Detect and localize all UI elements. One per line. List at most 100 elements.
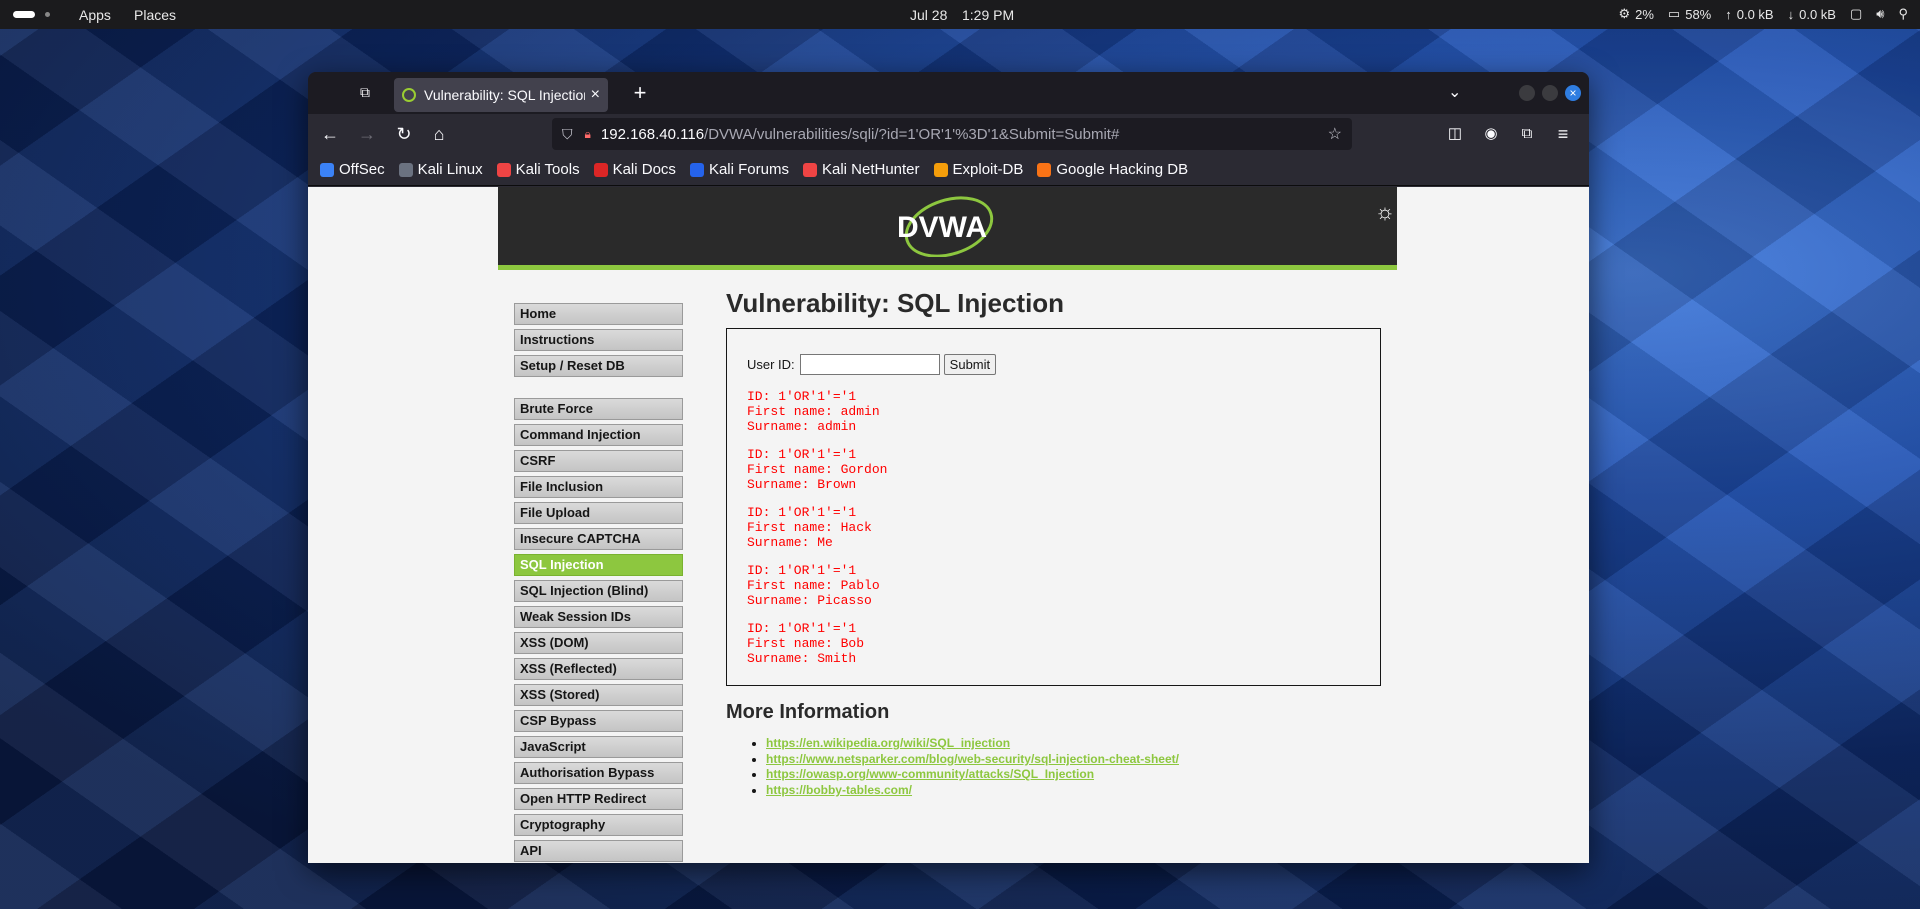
user-id-input[interactable]	[799, 354, 940, 375]
bookmark-label: OffSec	[339, 161, 385, 178]
result-id: ID: 1'OR'1'='1	[747, 389, 857, 404]
bookmark-favicon-icon	[496, 162, 511, 177]
new-tab-button[interactable]: +	[626, 80, 654, 106]
chevron-down-icon[interactable]: ⌄	[1448, 82, 1461, 102]
bookmark-offsec[interactable]: OffSec	[320, 161, 385, 178]
close-tab-icon[interactable]: ×	[591, 86, 600, 104]
menu-item-sql-injection-blind[interactable]: SQL Injection (Blind)	[514, 580, 683, 602]
menu-item-file-inclusion[interactable]: File Inclusion	[514, 476, 683, 498]
account-icon[interactable]: ◉	[1479, 122, 1503, 146]
arrow-down-icon: ↓	[1787, 6, 1795, 22]
bookmark-kali-nethunter[interactable]: Kali NetHunter	[802, 161, 920, 178]
workspace-dot[interactable]	[45, 12, 50, 17]
list-item: https://bobby-tables.com/	[766, 783, 1179, 799]
upload-indicator[interactable]: ↑ 0.0 kB	[1725, 7, 1773, 22]
browser-window: ⧉ Vulnerability: SQL Injection × + ⌄ × ←…	[308, 72, 1589, 863]
menu-item-xss-stored[interactable]: XSS (Stored)	[514, 684, 683, 706]
bookmark-label: Exploit-DB	[952, 161, 1024, 178]
link-bobby-tables[interactable]: https://bobby-tables.com/	[766, 783, 912, 797]
download-indicator[interactable]: ↓ 0.0 kB	[1788, 7, 1836, 22]
theme-toggle-icon[interactable]: ☼	[1375, 199, 1395, 225]
clock-date[interactable]: Jul 28	[910, 7, 947, 23]
bookmark-kali-forums[interactable]: Kali Forums	[689, 161, 789, 178]
bookmark-kali-tools[interactable]: Kali Tools	[496, 161, 580, 178]
url-bar[interactable]: ⛉ 🔒︎ 192.168.40.116/DVWA/vulnerabilities…	[552, 118, 1352, 150]
arrow-up-icon: ↑	[1725, 6, 1732, 22]
menu-item-authorisation-bypass[interactable]: Authorisation Bypass	[514, 762, 683, 784]
menu-item-setup[interactable]: Setup / Reset DB	[514, 355, 683, 377]
menu-item-home[interactable]: Home	[514, 303, 683, 325]
result-id: ID: 1'OR'1'='1	[747, 563, 857, 578]
menu-item-sql-injection[interactable]: SQL Injection	[514, 554, 683, 576]
menu-item-instructions[interactable]: Instructions	[514, 329, 683, 351]
extensions-icon[interactable]: ⧉	[1515, 122, 1539, 146]
menu-item-weak-session-ids[interactable]: Weak Session IDs	[514, 606, 683, 628]
pocket-icon[interactable]: ◫	[1443, 122, 1467, 146]
power-icon[interactable]: ⚲	[1898, 6, 1908, 22]
places-menu[interactable]: Places	[134, 7, 176, 23]
bookmark-kali-docs[interactable]: Kali Docs	[593, 161, 676, 178]
screen-icon[interactable]: ▢	[1850, 6, 1862, 22]
shield-icon[interactable]: ⛉	[562, 126, 573, 143]
menu-item-file-upload[interactable]: File Upload	[514, 502, 683, 524]
menu-item-api[interactable]: API	[514, 840, 683, 862]
memory-icon: ▭	[1667, 6, 1681, 21]
menu-item-xss-reflected[interactable]: XSS (Reflected)	[514, 658, 683, 680]
link-netsparker-cheat-sheet[interactable]: https://www.netsparker.com/blog/web-secu…	[766, 752, 1179, 766]
result-first-name: First name: Pablo	[747, 578, 880, 593]
volume-icon[interactable]: 🔊︎	[1876, 6, 1884, 22]
minimize-button[interactable]	[1519, 85, 1535, 101]
insecure-lock-icon[interactable]: 🔒︎	[585, 127, 591, 142]
bookmark-kali-linux[interactable]: Kali Linux	[398, 161, 483, 178]
result-id: ID: 1'OR'1'='1	[747, 447, 857, 462]
cpu-indicator[interactable]: ⚙ 2%	[1618, 6, 1653, 22]
bookmark-google-hacking-db[interactable]: Google Hacking DB	[1037, 161, 1188, 178]
user-id-form: User ID: Submit	[747, 354, 997, 375]
bookmark-star-icon[interactable]: ☆	[1328, 124, 1342, 144]
tab-active[interactable]: Vulnerability: SQL Injection ×	[394, 78, 608, 112]
bookmark-label: Kali Forums	[708, 161, 789, 178]
workspace-indicator[interactable]	[13, 11, 35, 18]
clock-time[interactable]: 1:29 PM	[962, 7, 1014, 23]
result-id: ID: 1'OR'1'='1	[747, 505, 857, 520]
maximize-button[interactable]	[1542, 85, 1558, 101]
bookmark-favicon-icon	[802, 162, 817, 177]
menu-item-insecure-captcha[interactable]: Insecure CAPTCHA	[514, 528, 683, 550]
user-id-label: User ID:	[747, 357, 795, 372]
bookmark-favicon-icon	[398, 162, 413, 177]
cpu-value: 2%	[1635, 6, 1654, 22]
list-all-tabs-icon[interactable]: ⧉	[356, 84, 374, 102]
menu-item-xss-dom[interactable]: XSS (DOM)	[514, 632, 683, 654]
menu-item-brute-force[interactable]: Brute Force	[514, 398, 683, 420]
svg-text:DVWA: DVWA	[897, 211, 987, 244]
forward-button[interactable]: →	[355, 122, 379, 146]
close-window-button[interactable]: ×	[1565, 85, 1581, 101]
submit-button[interactable]: Submit	[943, 354, 997, 375]
bookmark-favicon-icon	[320, 162, 334, 177]
url-host: 192.168.40.116	[600, 125, 705, 143]
menu-item-command-injection[interactable]: Command Injection	[514, 424, 683, 446]
reload-button[interactable]: ↻	[392, 122, 416, 146]
apps-menu[interactable]: Apps	[79, 7, 111, 23]
url-path: /DVWA/vulnerabilities/sqli/?id=1'OR'1'%3…	[704, 125, 1120, 143]
menu-item-csp-bypass[interactable]: CSP Bypass	[514, 710, 683, 732]
menu-item-open-http-redirect[interactable]: Open HTTP Redirect	[514, 788, 683, 810]
bookmark-exploit-db[interactable]: Exploit-DB	[933, 161, 1024, 178]
menu-item-csrf[interactable]: CSRF	[514, 450, 683, 472]
menu-item-cryptography[interactable]: Cryptography	[514, 814, 683, 836]
hamburger-menu-icon[interactable]: ≡	[1551, 122, 1575, 146]
list-item: https://www.netsparker.com/blog/web-secu…	[766, 752, 1179, 768]
memory-indicator[interactable]: ▭ 58%	[1668, 6, 1711, 22]
memory-value: 58%	[1685, 6, 1712, 22]
menu-item-javascript[interactable]: JavaScript	[514, 736, 683, 758]
result-record: ID: 1'OR'1'='1 First name: Bob Surname: Sm…	[747, 621, 887, 666]
favicon-icon	[402, 88, 416, 102]
result-surname: Surname: Me	[747, 535, 833, 550]
link-owasp-sql-injection[interactable]: https://owasp.org/www-community/attacks/…	[766, 767, 1094, 781]
back-button[interactable]: ←	[318, 122, 342, 146]
result-first-name: First name: Bob	[747, 636, 865, 651]
home-button[interactable]: ⌂	[427, 122, 451, 146]
bookmark-label: Kali Docs	[612, 161, 676, 178]
vulnerable-code-area: User ID: Submit ID: 1'OR'1'='1 First name…	[726, 328, 1381, 686]
link-wikipedia-sql-injection[interactable]: https://en.wikipedia.org/wiki/SQL_inject…	[766, 736, 1010, 750]
